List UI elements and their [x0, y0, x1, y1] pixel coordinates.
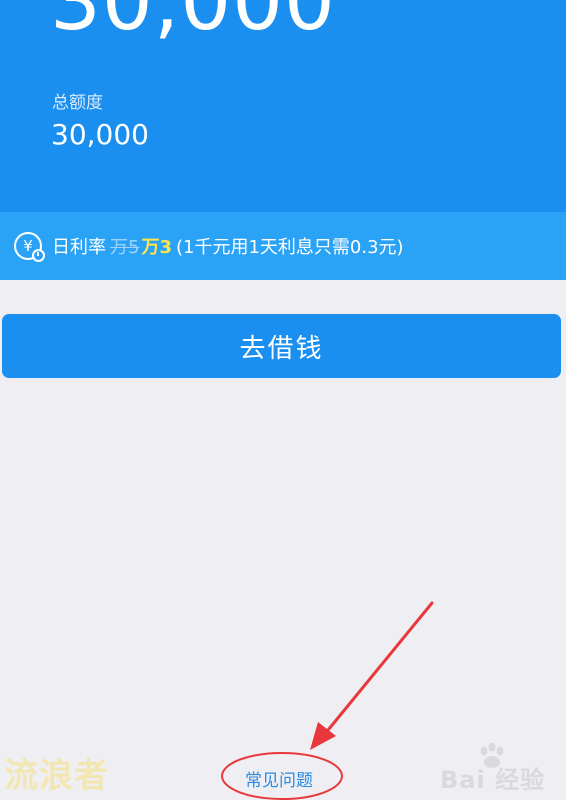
interest-rate-bar: ¥ 日利率 万5 万3 (1千元用1天利息只需0.3元): [0, 212, 566, 280]
faq-link[interactable]: 常见问题: [245, 766, 313, 791]
available-amount: 30,000: [50, 0, 336, 48]
new-rate: 万3: [141, 237, 172, 258]
yen-clock-icon: ¥: [14, 232, 45, 262]
clock-icon: [32, 249, 45, 262]
total-limit-amount: 30,000: [51, 118, 149, 151]
watermark-left: 流浪者: [4, 756, 109, 796]
watermark-right-text: Bai 经验: [440, 766, 546, 794]
rate-note: (1千元用1天利息只需0.3元): [175, 237, 404, 258]
old-rate: 万5: [110, 237, 140, 258]
baidu-jingyan-watermark: Bai 经验: [440, 742, 564, 794]
total-limit-label: 总额度: [52, 93, 103, 113]
borrow-button[interactable]: 去借钱: [2, 314, 561, 378]
yen-glyph: ¥: [23, 237, 33, 255]
interest-rate-text: 日利率 万5 万3 (1千元用1天利息只需0.3元): [52, 233, 404, 259]
credit-summary-header: 30,000 总额度 30,000: [0, 0, 566, 212]
daily-rate-label: 日利率: [52, 237, 106, 258]
